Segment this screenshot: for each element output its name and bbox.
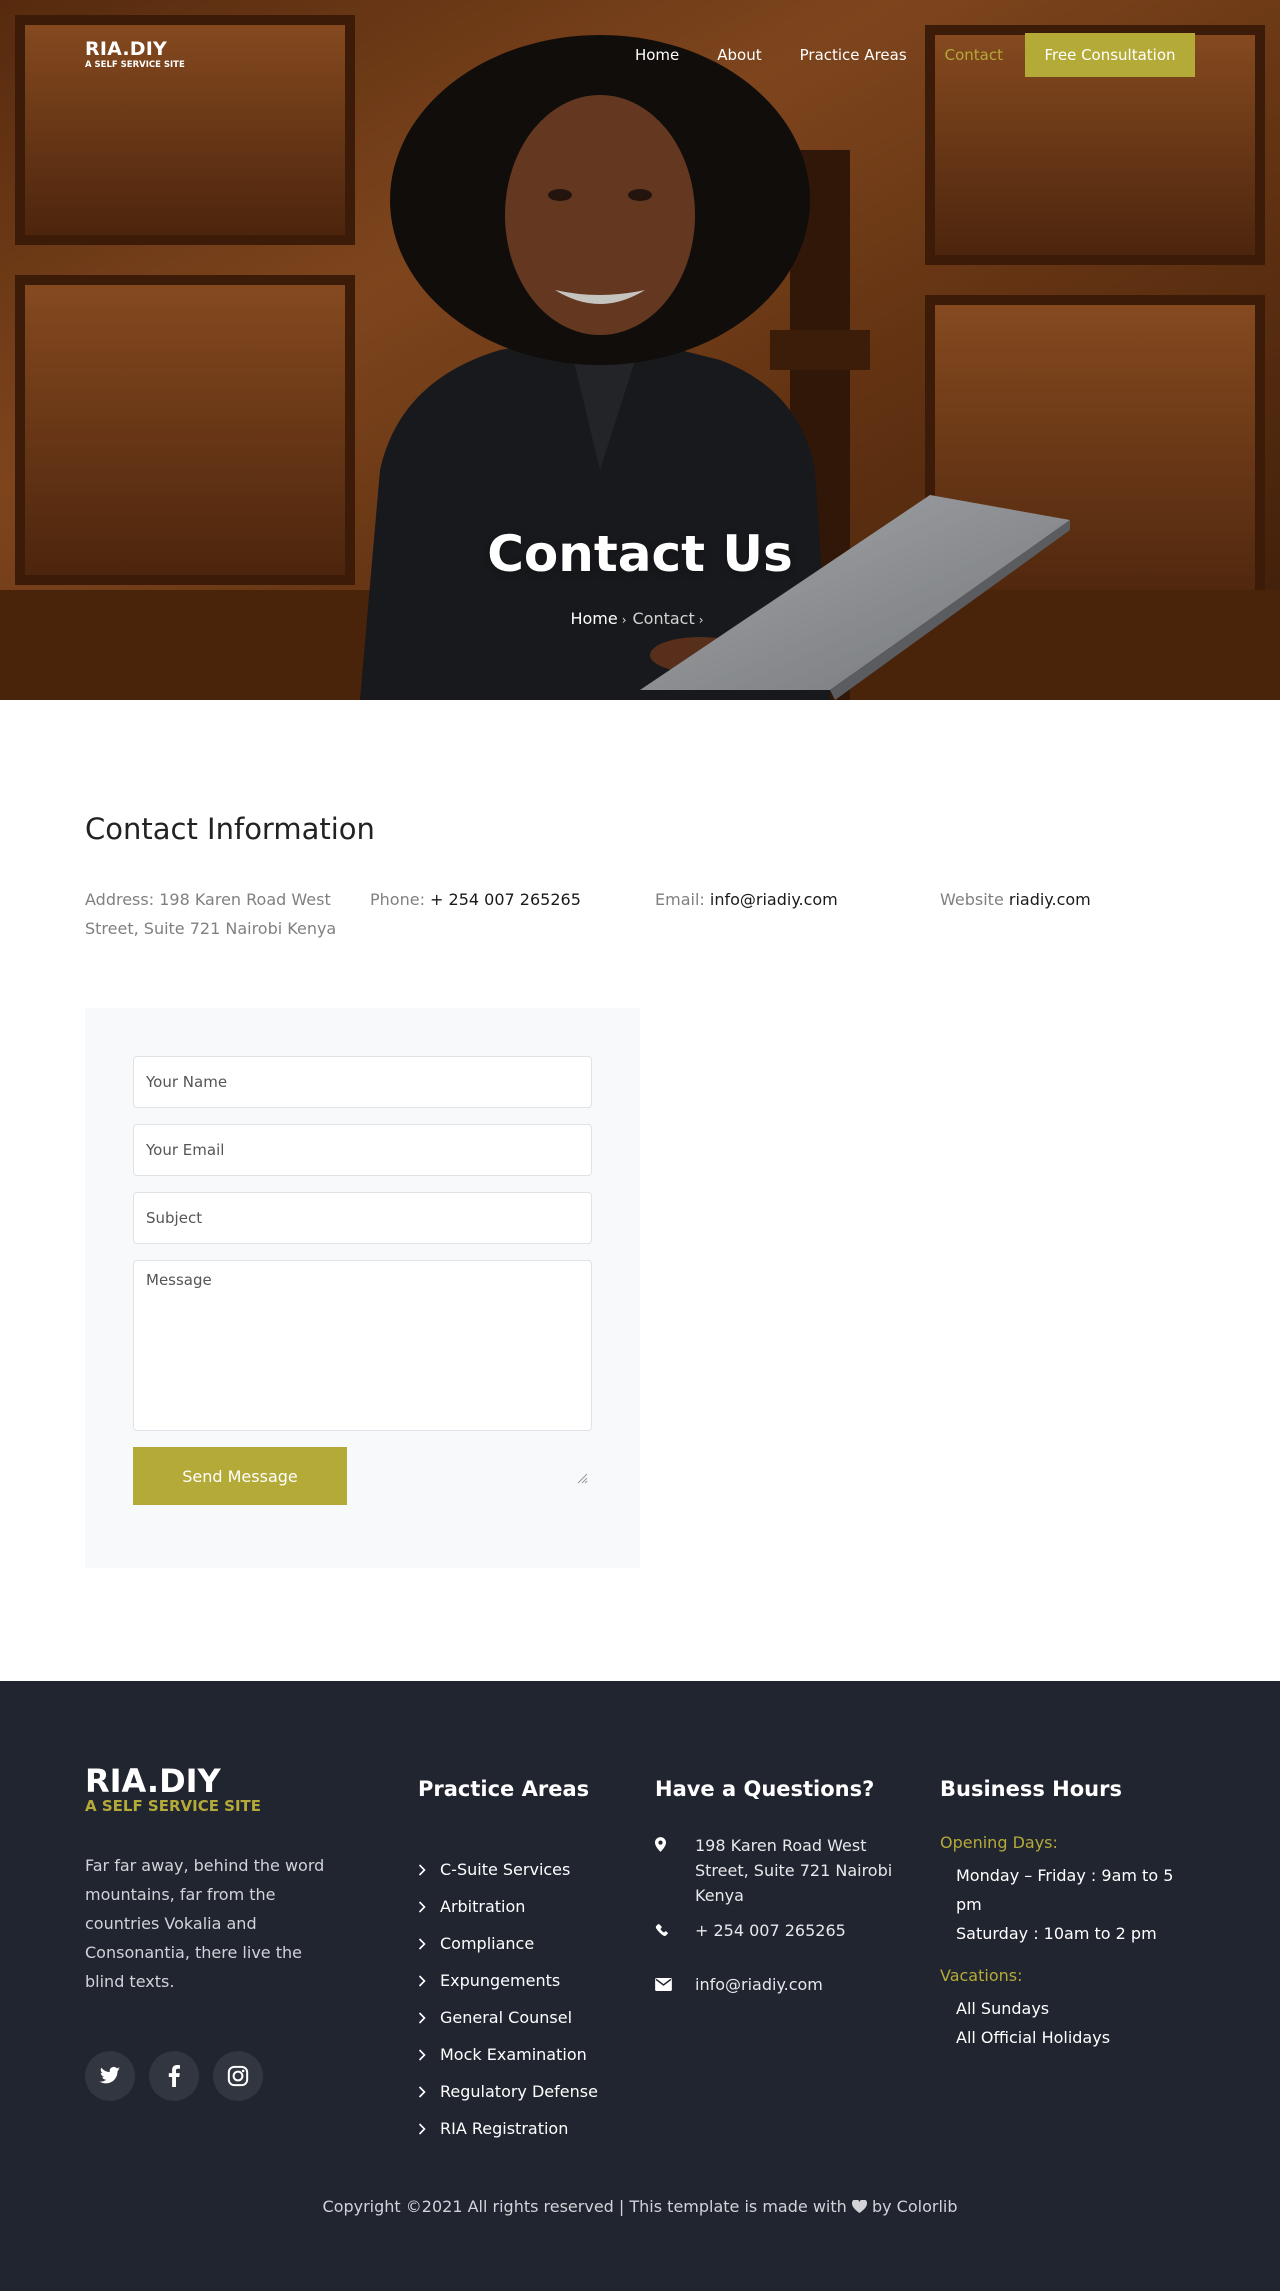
footer-email[interactable]: info@riadiy.com bbox=[655, 1972, 895, 1997]
subject-input[interactable] bbox=[133, 1192, 592, 1244]
footer-address-text: 198 Karen Road West Street, Suite 721 Na… bbox=[695, 1836, 893, 1905]
chevron-right-icon bbox=[418, 1974, 426, 1987]
address-label: Address: bbox=[85, 890, 155, 909]
contact-website: Website riadiy.com bbox=[940, 885, 1091, 914]
address-line1: 198 Karen Road West bbox=[159, 890, 331, 909]
business-hours-heading: Business Hours bbox=[940, 1777, 1122, 1801]
nav-link-about[interactable]: About bbox=[717, 32, 761, 78]
phone-label: Phone: bbox=[370, 890, 425, 909]
practice-link-label: Regulatory Defense bbox=[440, 2082, 598, 2101]
resize-grip-icon[interactable] bbox=[576, 1472, 588, 1484]
facebook-link[interactable] bbox=[149, 2051, 199, 2101]
vacation-line: All Official Holidays bbox=[956, 2028, 1111, 2047]
questions-heading: Have a Questions? bbox=[655, 1777, 875, 1801]
copyright-main: Copyright ©2021 All rights reserved | Th… bbox=[322, 2197, 847, 2216]
instagram-icon bbox=[227, 2065, 249, 2087]
contact-section: Contact Information Address: 198 Karen R… bbox=[0, 700, 1280, 1681]
practice-link[interactable]: Expungements bbox=[418, 1962, 598, 1999]
footer-about-text: Far far away, behind the word mountains,… bbox=[85, 1856, 325, 1991]
brand-logo[interactable]: RIA.DIY A SELF SERVICE SITE bbox=[85, 40, 185, 71]
envelope-icon bbox=[655, 1978, 672, 1991]
map-marker-icon bbox=[655, 1837, 666, 1852]
footer-address: 198 Karen Road West Street, Suite 721 Na… bbox=[655, 1833, 895, 1908]
practice-link-label: C-Suite Services bbox=[440, 1860, 571, 1879]
opening-hours-line: Saturday : 10am to 2 pm bbox=[956, 1924, 1157, 1943]
chevron-right-icon bbox=[418, 1937, 426, 1950]
opening-days-label: Opening Days: bbox=[940, 1833, 1058, 1852]
practice-link[interactable]: Regulatory Defense bbox=[418, 2073, 598, 2110]
site-footer: RIA.DIY A SELF SERVICE SITE Far far away… bbox=[0, 1681, 1280, 2291]
phone-icon bbox=[655, 1924, 669, 1936]
nav-link-contact[interactable]: Contact bbox=[945, 32, 1003, 78]
twitter-link[interactable] bbox=[85, 2051, 135, 2101]
practice-link[interactable]: General Counsel bbox=[418, 1999, 598, 2036]
practice-link-label: Mock Examination bbox=[440, 2045, 587, 2064]
practice-link[interactable]: Compliance bbox=[418, 1925, 598, 1962]
email-label: Email: bbox=[655, 890, 705, 909]
footer-brand-subtitle: A SELF SERVICE SITE bbox=[85, 1797, 262, 1815]
nav-link-home[interactable]: Home bbox=[635, 32, 679, 78]
vacations-label: Vacations: bbox=[940, 1966, 1023, 1985]
contact-info-heading: Contact Information bbox=[85, 812, 375, 846]
practice-link[interactable]: Mock Examination bbox=[418, 2036, 598, 2073]
chevron-right-icon: › bbox=[698, 613, 704, 627]
send-message-button[interactable]: Send Message bbox=[133, 1447, 347, 1505]
main-nav: Home About Practice Areas Contact Free C… bbox=[597, 32, 1195, 78]
chevron-right-icon bbox=[418, 1863, 426, 1876]
contact-phone: Phone: + 254 007 265265 bbox=[370, 885, 581, 914]
instagram-link[interactable] bbox=[213, 2051, 263, 2101]
chevron-right-icon bbox=[418, 2122, 426, 2135]
website-label: Website bbox=[940, 890, 1004, 909]
practice-areas-list: C-Suite Services Arbitration Compliance … bbox=[418, 1851, 598, 2147]
free-consultation-button[interactable]: Free Consultation bbox=[1025, 33, 1195, 77]
vacation-line: All Sundays bbox=[956, 1999, 1050, 2018]
page-title: Contact Us bbox=[487, 525, 793, 583]
breadcrumb: Home › Contact › bbox=[0, 609, 1280, 628]
hero-section: RIA.DIY A SELF SERVICE SITE Home About P… bbox=[0, 0, 1280, 700]
message-textarea[interactable] bbox=[133, 1260, 592, 1431]
website-link[interactable]: riadiy.com bbox=[1009, 890, 1091, 909]
heart-icon bbox=[851, 2199, 867, 2213]
footer-phone[interactable]: + 254 007 265265 bbox=[655, 1918, 895, 1943]
address-line2: Street, Suite 721 Nairobi Kenya bbox=[85, 919, 337, 938]
practice-link-label: Compliance bbox=[440, 1934, 535, 1953]
breadcrumb-home[interactable]: Home bbox=[570, 609, 617, 628]
opening-hours-line: Monday – Friday : 9am to 5 pm bbox=[956, 1866, 1174, 1914]
footer-brand-title: RIA.DIY bbox=[85, 1762, 221, 1800]
footer-email-text: info@riadiy.com bbox=[695, 1975, 823, 1994]
practice-link-label: RIA Registration bbox=[440, 2119, 569, 2138]
phone-link[interactable]: + 254 007 265265 bbox=[430, 890, 581, 909]
contact-address: Address: 198 Karen Road West Street, Sui… bbox=[85, 885, 345, 943]
chevron-right-icon bbox=[418, 2085, 426, 2098]
footer-brand-logo[interactable]: RIA.DIY A SELF SERVICE SITE bbox=[85, 1764, 261, 1815]
email-input[interactable] bbox=[133, 1124, 592, 1176]
chevron-right-icon bbox=[418, 2048, 426, 2061]
twitter-icon bbox=[99, 2066, 121, 2084]
name-input[interactable] bbox=[133, 1056, 592, 1108]
facebook-icon bbox=[168, 2065, 180, 2087]
brand-title: RIA.DIY bbox=[85, 38, 167, 60]
brand-subtitle: A SELF SERVICE SITE bbox=[85, 60, 185, 70]
chevron-right-icon: › bbox=[621, 613, 627, 627]
colorlib-link[interactable]: by Colorlib bbox=[872, 2197, 958, 2216]
practice-link[interactable]: RIA Registration bbox=[418, 2110, 598, 2147]
practice-link[interactable]: Arbitration bbox=[418, 1888, 598, 1925]
practice-link-label: General Counsel bbox=[440, 2008, 573, 2027]
chevron-right-icon bbox=[418, 2011, 426, 2024]
contact-email: Email: info@riadiy.com bbox=[655, 885, 838, 914]
social-links bbox=[85, 2051, 277, 2101]
footer-phone-text: + 254 007 265265 bbox=[695, 1921, 846, 1940]
nav-link-practice-areas[interactable]: Practice Areas bbox=[800, 32, 907, 78]
top-navbar: RIA.DIY A SELF SERVICE SITE Home About P… bbox=[0, 0, 1280, 110]
practice-link-label: Expungements bbox=[440, 1971, 561, 1990]
copyright-text: Copyright ©2021 All rights reserved | Th… bbox=[0, 2197, 1280, 2216]
practice-areas-heading: Practice Areas bbox=[418, 1777, 590, 1801]
practice-link-label: Arbitration bbox=[440, 1897, 526, 1916]
email-link[interactable]: info@riadiy.com bbox=[710, 890, 838, 909]
contact-form: Send Message bbox=[85, 1008, 640, 1568]
practice-link[interactable]: C-Suite Services bbox=[418, 1851, 598, 1888]
chevron-right-icon bbox=[418, 1900, 426, 1913]
breadcrumb-current: Contact bbox=[632, 609, 695, 628]
